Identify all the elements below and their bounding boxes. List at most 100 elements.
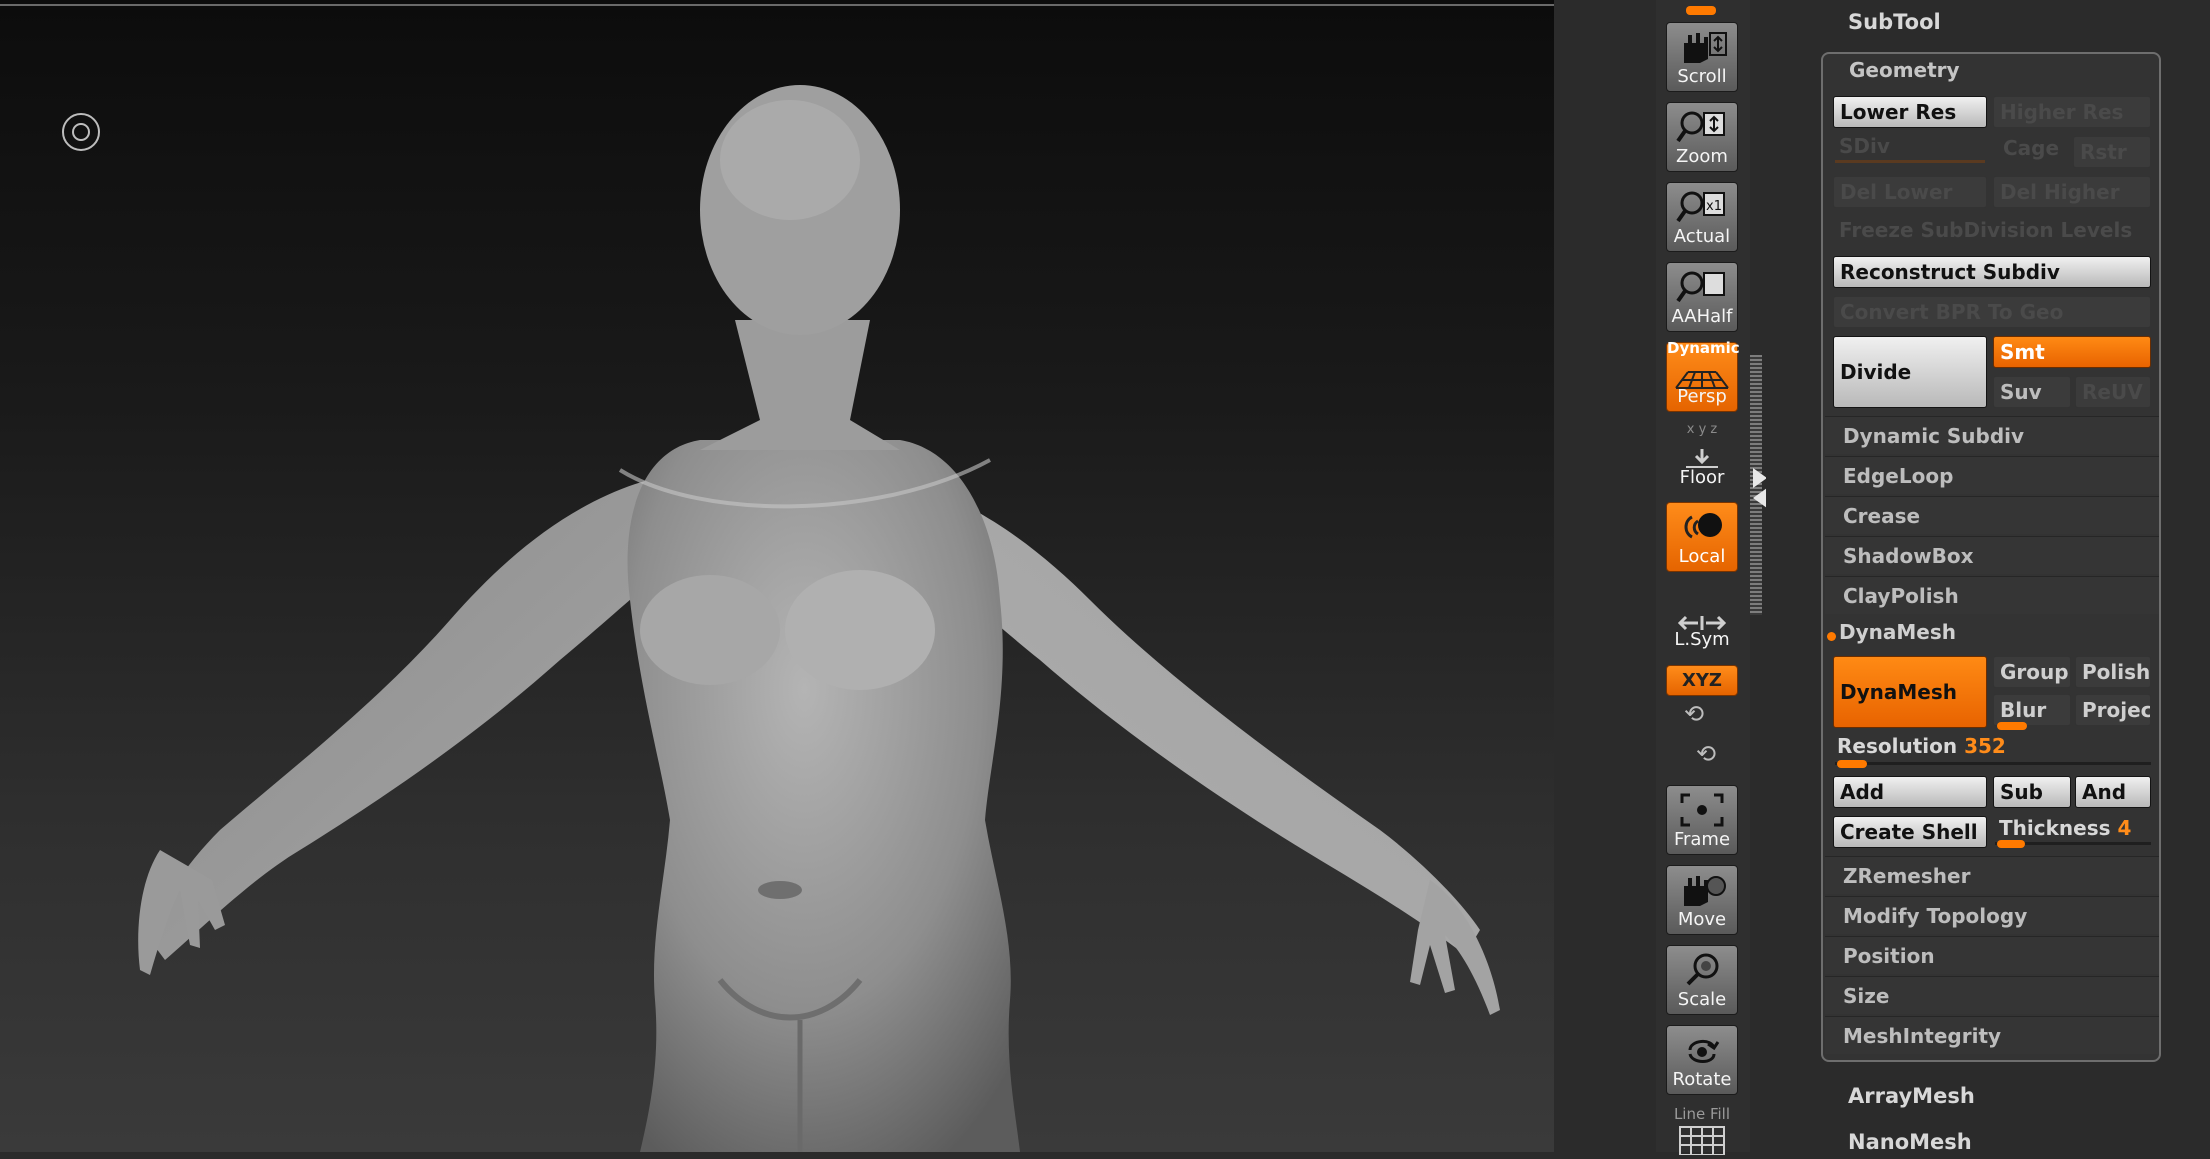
actual-label: Actual	[1673, 226, 1731, 247]
local-button[interactable]: Local	[1666, 502, 1738, 572]
suv-toggle[interactable]: Suv	[1993, 376, 2071, 408]
model-torso	[627, 440, 1020, 1152]
rotate-y-icon[interactable]: ⟲	[1684, 700, 1704, 728]
convert-bpr-button[interactable]: Convert BPR To Geo	[1833, 296, 2151, 328]
geometry-title[interactable]: Geometry	[1849, 58, 1960, 82]
freeze-subdivision-button[interactable]: Freeze SubDivision Levels	[1839, 218, 2132, 242]
smt-toggle[interactable]: Smt	[1993, 336, 2151, 368]
arraymesh-section[interactable]: ArrayMesh	[1848, 1084, 1975, 1108]
resolution-label: Resolution	[1837, 734, 1958, 758]
move-label: Move	[1677, 909, 1727, 930]
zoom-label: Zoom	[1676, 146, 1728, 167]
and-button[interactable]: And	[2075, 776, 2151, 808]
rotate-button[interactable]: Rotate	[1666, 1025, 1738, 1095]
polish-toggle[interactable]: Polish	[2075, 656, 2151, 688]
rotate-arrows-icon	[1688, 1040, 1720, 1063]
rotate-z-icon[interactable]: ⟲	[1696, 740, 1716, 768]
model-neck	[700, 320, 900, 450]
del-lower-button[interactable]: Del Lower	[1833, 176, 1987, 208]
svg-text:x1: x1	[1706, 199, 1722, 214]
create-shell-button[interactable]: Create Shell	[1833, 816, 1987, 848]
expand-left-icon[interactable]	[1753, 488, 1767, 508]
persp-button[interactable]: Dynamic Persp	[1666, 339, 1740, 412]
size-item[interactable]: Size	[1825, 976, 2159, 1014]
sdiv-slider[interactable]	[1835, 160, 1985, 163]
rstr-button[interactable]: Rstr	[2073, 136, 2151, 168]
scale-button[interactable]: Scale	[1666, 945, 1738, 1015]
resolution-track	[1835, 762, 2151, 765]
persp-label: Persp	[1677, 386, 1727, 407]
dynamesh-active-dot	[1827, 632, 1836, 641]
crease-item[interactable]: Crease	[1825, 496, 2159, 534]
model-navel	[758, 881, 802, 899]
expand-right-icon[interactable]	[1753, 468, 1767, 488]
zremesher-item[interactable]: ZRemesher	[1825, 856, 2159, 894]
frame-button[interactable]: Frame	[1666, 785, 1738, 855]
draw-size-cursor	[62, 113, 100, 151]
del-higher-button[interactable]: Del Higher	[1993, 176, 2151, 208]
magnifier-zoom-icon	[1676, 111, 1725, 143]
reconstruct-subdiv-button[interactable]: Reconstruct Subdiv	[1833, 256, 2151, 288]
frame-corners-icon	[1680, 793, 1724, 827]
claypolish-item[interactable]: ClayPolish	[1825, 576, 2159, 614]
zoom-button[interactable]: Zoom	[1666, 102, 1738, 172]
blur-slider-fill	[1997, 722, 2027, 730]
actual-button[interactable]: x1 Actual	[1666, 182, 1738, 252]
tool-panel: SubTool Geometry Lower Res Higher Res SD…	[1766, 0, 2210, 1154]
xyz-label: XYZ	[1682, 670, 1722, 691]
dynamic-label: Dynamic	[1667, 339, 1740, 357]
resolution-slider[interactable]: Resolution 352	[1837, 734, 2006, 758]
edgeloop-item[interactable]: EdgeLoop	[1825, 456, 2159, 494]
move-button[interactable]: Move	[1666, 865, 1738, 935]
scroll-label: Scroll	[1677, 66, 1727, 87]
lsym-label: L.Sym	[1674, 629, 1730, 650]
sub-button[interactable]: Sub	[1993, 776, 2071, 808]
magnifier-actual-icon: x1	[1676, 191, 1725, 223]
lower-res-button[interactable]: Lower Res	[1833, 96, 1987, 128]
position-item[interactable]: Position	[1825, 936, 2159, 974]
modify-topology-item[interactable]: Modify Topology	[1825, 896, 2159, 934]
meshintegrity-item[interactable]: MeshIntegrity	[1825, 1016, 2159, 1054]
sculpt-model[interactable]	[0, 0, 1554, 1152]
aahalf-button[interactable]: AAHalf	[1666, 262, 1738, 332]
dynamesh-section-title[interactable]: DynaMesh	[1839, 620, 1956, 644]
line-fill-button[interactable]: Line Fill	[1666, 1105, 1738, 1155]
scroll-button[interactable]: Scroll	[1666, 22, 1738, 92]
frame-label: Frame	[1673, 829, 1731, 850]
magnifier-scale-icon	[1686, 953, 1719, 986]
cage-label[interactable]: Cage	[2003, 136, 2059, 160]
add-button[interactable]: Add	[1833, 776, 1987, 808]
local-symmetry-icon	[1684, 513, 1722, 539]
subtool-section[interactable]: SubTool	[1848, 10, 1941, 34]
model-chest-left	[640, 575, 780, 685]
model-arm-left	[150, 470, 700, 960]
aahalf-label: AAHalf	[1671, 306, 1733, 327]
group-toggle[interactable]: Group	[1993, 656, 2071, 688]
rotate-label: Rotate	[1672, 1069, 1732, 1090]
reuv-button[interactable]: ReUV	[2075, 376, 2151, 408]
magnifier-aahalf-icon	[1676, 271, 1725, 303]
nanomesh-section[interactable]: NanoMesh	[1848, 1130, 1972, 1154]
hand-move-icon	[1684, 876, 1726, 906]
divide-button[interactable]: Divide	[1833, 336, 1987, 408]
thickness-fill	[1997, 840, 2025, 848]
viewport-canvas[interactable]	[0, 0, 1554, 1152]
project-toggle[interactable]: Project	[2075, 694, 2151, 726]
resolution-value: 352	[1964, 734, 2006, 758]
floor-button[interactable]: x y z Floor	[1666, 422, 1738, 492]
right-shelf: Scroll Zoom x1 Actual AAHalf Dynamic Per…	[1656, 0, 1750, 1155]
higher-res-button[interactable]: Higher Res	[1993, 96, 2151, 128]
local-label: Local	[1678, 546, 1726, 567]
xyz-rotation-toggle[interactable]: XYZ	[1666, 665, 1738, 696]
dynamesh-button[interactable]: DynaMesh	[1833, 656, 1987, 728]
floor-label: Floor	[1679, 467, 1725, 488]
shadowbox-item[interactable]: ShadowBox	[1825, 536, 2159, 574]
viewport-margin	[1554, 0, 1656, 1152]
thickness-value: 4	[2117, 816, 2132, 840]
thickness-slider[interactable]: Thickness 4	[1999, 816, 2131, 840]
lsym-button[interactable]: L.Sym	[1666, 584, 1738, 654]
shelf-top-indicator	[1686, 6, 1716, 15]
dynamic-subdiv-item[interactable]: Dynamic Subdiv	[1825, 416, 2159, 454]
floor-axes-label: x y z	[1686, 422, 1718, 437]
hand-scroll-icon	[1684, 32, 1727, 63]
